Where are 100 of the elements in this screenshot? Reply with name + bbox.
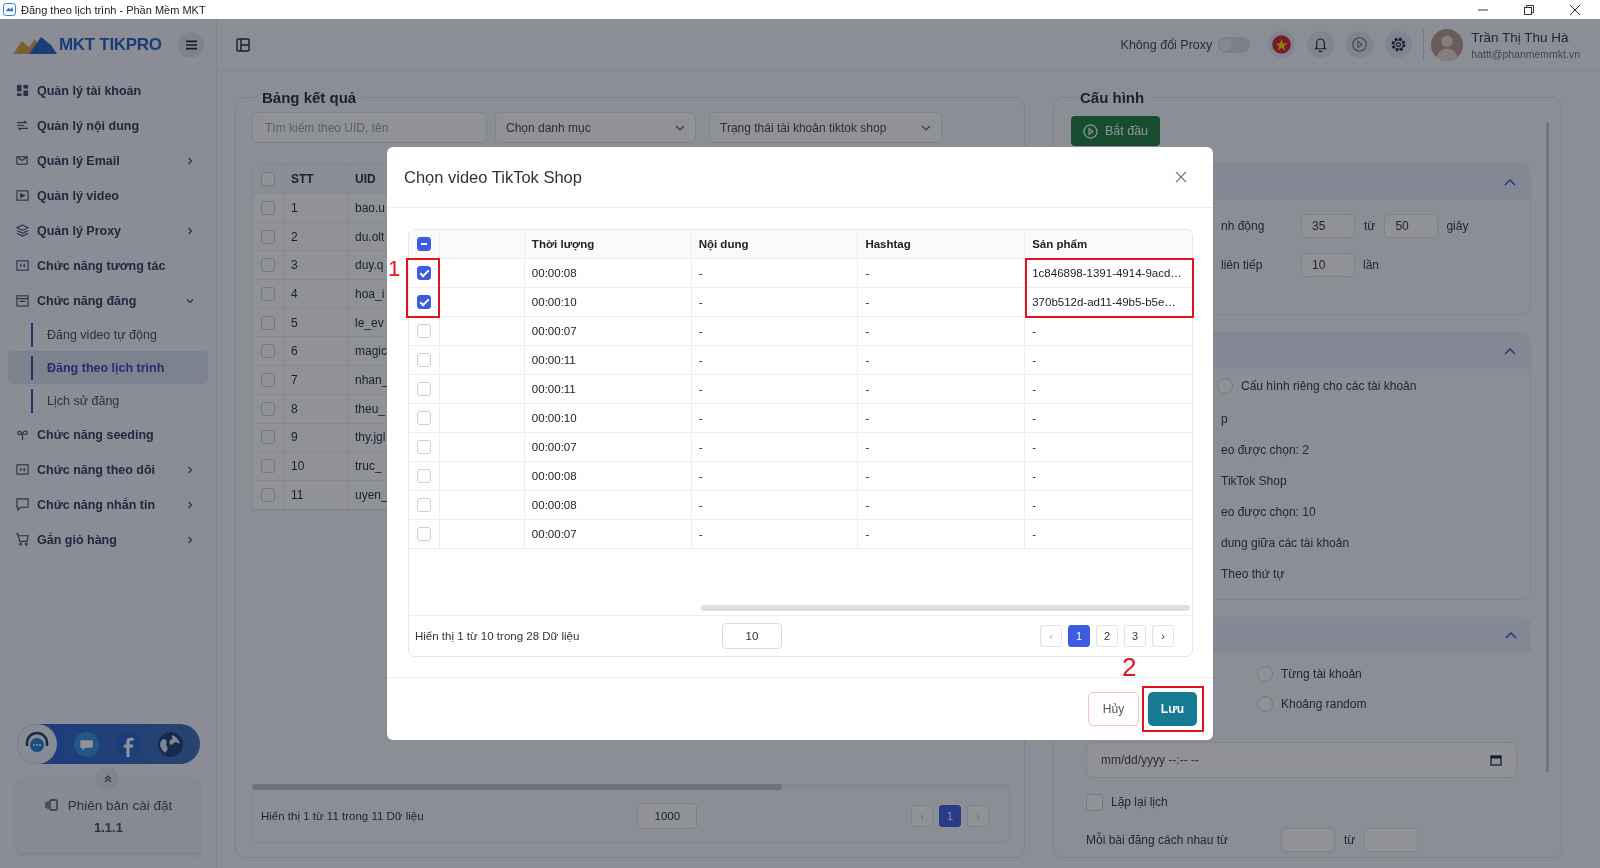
user-name: Trần Thị Thu Hà [1471, 29, 1570, 45]
scrollbar[interactable] [252, 784, 782, 790]
sidebar-item[interactable]: Chức năng nhắn tin [0, 487, 216, 522]
table-cell: - [1032, 470, 1037, 482]
table-cell: 00:00:11 [531, 354, 576, 366]
start-button[interactable]: Bắt đầu [1071, 116, 1160, 146]
sidebar-item[interactable]: Quản lý nội dung [0, 108, 216, 143]
row-checkbox[interactable] [417, 266, 431, 280]
number-field[interactable]: 10 [1301, 252, 1355, 277]
save-button[interactable]: Lưu [1148, 692, 1197, 726]
device-icon [44, 799, 59, 811]
page-size-field[interactable]: 1000 [637, 803, 698, 829]
table-cell: - [698, 528, 703, 540]
calendar-icon[interactable] [1490, 754, 1502, 766]
table-cell: 1 [284, 194, 348, 222]
option-text: p [1221, 411, 1228, 426]
cancel-button[interactable]: Hủy [1088, 692, 1139, 726]
layout-icon[interactable] [236, 37, 250, 52]
menu-button[interactable] [178, 32, 204, 58]
table-cell: 6 [284, 337, 348, 366]
table-cell-text: truc_ [354, 459, 382, 474]
grid-icon [16, 84, 29, 97]
table-cell: - [1032, 325, 1037, 337]
next-page-button[interactable]: › [1152, 625, 1174, 647]
field-label: từ [1364, 218, 1376, 233]
column-header: Sản phẩm [1032, 238, 1088, 250]
radio-button[interactable] [1217, 378, 1233, 394]
table-cell-text: magic [354, 344, 387, 359]
filter-dropdown[interactable]: Chọn danh mục [495, 112, 696, 143]
play-icon[interactable] [1346, 31, 1374, 58]
table-cell: 10 [284, 452, 348, 480]
column-header: Thời lượng [531, 238, 595, 250]
previous-page-button[interactable]: ‹ [1040, 625, 1062, 647]
page-button[interactable]: 1 [1068, 625, 1090, 647]
option-text: TikTok Shop [1221, 473, 1287, 488]
sidebar-item[interactable]: Quản lý Proxy [0, 213, 216, 248]
sidebar-item[interactable]: Quản lý Email [0, 143, 216, 178]
restore-icon[interactable] [1524, 4, 1534, 15]
avatar[interactable] [1431, 28, 1464, 61]
row-checkbox[interactable] [417, 295, 431, 309]
number-field[interactable]: 35 [1301, 213, 1355, 238]
checkbox-label: Lặp lại lịch [1111, 795, 1168, 809]
sidebar-item[interactable]: Quản lý video [0, 178, 216, 213]
sidebar-item[interactable]: Chức năng seeding [0, 417, 216, 452]
table-cell: - [865, 412, 870, 424]
checkbox[interactable] [1086, 793, 1103, 811]
support-headset-icon[interactable] [17, 724, 57, 764]
table-cell-text: le_ev [354, 315, 384, 330]
unit-label: giây [1446, 218, 1469, 233]
sidebar-item[interactable]: Gắn giỏ hàng [0, 522, 216, 557]
highlight-box [406, 258, 440, 318]
sidebar-item[interactable]: Chức năng đăng [0, 283, 216, 318]
social-icon[interactable] [116, 731, 141, 757]
table-cell: 00:00:08 [531, 267, 577, 279]
table-cell-text: bao.u [354, 200, 386, 215]
page-size-field[interactable]: 10 [722, 623, 782, 649]
scrollbar[interactable] [701, 605, 1190, 611]
submenu-item[interactable]: Đăng video tự động [31, 322, 157, 347]
sidebar-item[interactable]: Chức năng theo dõi [0, 452, 216, 487]
flag-icon[interactable] [1268, 31, 1296, 58]
field-label: liên tiếp [1221, 257, 1264, 272]
table-cell: - [1032, 383, 1037, 395]
table-cell: 00:00:07 [531, 528, 577, 540]
table-cell-text: nhan_ [354, 372, 389, 387]
close-icon[interactable] [1570, 4, 1580, 15]
bell-icon[interactable] [1307, 31, 1335, 58]
sidebar-item[interactable]: Quản lý tài khoản [0, 73, 216, 108]
radio-label: Cấu hình riêng cho các tài khoản [1241, 379, 1417, 393]
calendar-icon [16, 294, 29, 307]
chat-icon[interactable] [74, 731, 99, 757]
table-cell: - [865, 354, 870, 366]
card-title: Bảng kết quả [261, 89, 358, 106]
table-cell: 11 [284, 480, 348, 509]
column-header: UID [354, 172, 376, 186]
table-cell: - [865, 267, 870, 279]
page-button[interactable]: 2 [1096, 625, 1118, 647]
radio-button[interactable] [1257, 696, 1273, 712]
table-cell: - [865, 296, 870, 308]
settings-icon[interactable] [1385, 31, 1413, 58]
table-cell: - [698, 354, 703, 366]
page-button[interactable]: 3 [1124, 625, 1146, 647]
table-cell: - [698, 412, 703, 424]
select-all-checkbox[interactable] [417, 237, 431, 251]
table-cell: 8 [284, 394, 348, 423]
table-cell: - [1032, 499, 1037, 511]
column-header: Nội dung [698, 238, 749, 250]
menu-icon [185, 40, 197, 50]
globe-icon[interactable] [158, 731, 183, 757]
filter-dropdown[interactable]: Trạng thái tài khoản tiktok shop [709, 112, 942, 143]
sidebar-item[interactable]: Chức năng tương tác [0, 248, 216, 283]
table-cell-text: uyen_ [354, 487, 388, 502]
datetime-field[interactable]: mm/dd/yyyy --:-- -- [1086, 742, 1517, 778]
submenu-item[interactable]: Lịch sử đăng [31, 388, 120, 413]
pagination-summary: Hiển thị 1 từ 10 trong 28 Dữ liệu [415, 630, 580, 642]
radio-button[interactable] [1257, 666, 1273, 682]
option-text: Theo thứ tự [1221, 566, 1285, 581]
page-button[interactable]: 1 [939, 805, 961, 827]
table-cell: 4 [284, 280, 348, 308]
number-field[interactable]: 50 [1384, 213, 1439, 238]
expand-button[interactable] [96, 767, 119, 790]
